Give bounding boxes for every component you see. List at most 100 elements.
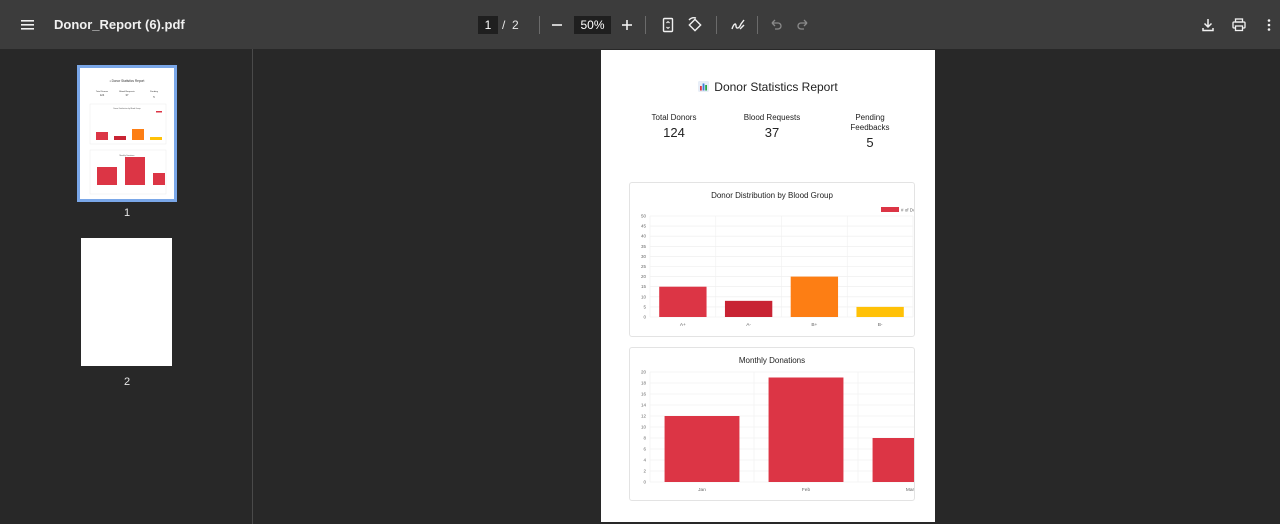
svg-text:37: 37 [126, 93, 129, 97]
legend-swatch [881, 207, 899, 212]
y-tick-label: 14 [641, 403, 647, 408]
more-options-button[interactable] [1258, 14, 1280, 36]
monthly-donations-bar-chart: 0 2 4 6 8 10 12 14 16 18 20 Jan Feb Mar [641, 370, 914, 493]
stat-value: 37 [764, 125, 780, 140]
stat-label: Blood Requests [743, 113, 801, 122]
y-tick-label: 15 [641, 284, 647, 289]
svg-text:Pending: Pending [150, 91, 159, 93]
blood-group-chart-card: Donor Distribution by Blood Group 0 5 10 15… [629, 182, 915, 337]
stat-total-donors: Total Donors 124 [634, 113, 714, 140]
stat-value: 5 [866, 135, 874, 150]
thumbnail-preview: ▪ Donor Statistics Report Total Donors 1… [89, 79, 167, 195]
svg-text:Donor Distribution by Blood Gr: Donor Distribution by Blood Group [113, 107, 140, 110]
svg-text:124: 124 [100, 93, 105, 97]
y-tick-label: 5 [643, 304, 646, 309]
divider [716, 16, 717, 34]
pdf-page: Donor Statistics Report Total Donors 124… [601, 50, 935, 522]
y-tick-label: 6 [643, 447, 646, 452]
minus-icon [552, 24, 562, 26]
x-tick-label: Mar [906, 487, 914, 493]
svg-text:5: 5 [153, 95, 155, 99]
y-tick-label: 10 [641, 294, 647, 299]
y-tick-label: 35 [641, 244, 647, 249]
x-tick-label: B- [878, 322, 883, 328]
report-title-row: Donor Statistics Report [601, 80, 935, 94]
y-tick-label: 25 [641, 264, 647, 269]
y-tick-label: 20 [641, 370, 647, 375]
stat-pending-feedbacks: Pending Feedbacks 5 [841, 113, 899, 150]
y-tick-label: 18 [641, 381, 647, 386]
x-tick-label: A+ [680, 322, 686, 328]
page-separator: / [502, 18, 506, 32]
thumbnail-page-1[interactable]: ▪ Donor Statistics Report Total Donors 1… [77, 65, 177, 202]
divider [757, 16, 758, 34]
x-tick-label: Jan [698, 487, 706, 493]
thumbnail-label: 2 [123, 376, 131, 388]
thumbnail-page-2[interactable] [81, 238, 172, 366]
svg-text:Monthly Donations: Monthly Donations [120, 154, 135, 157]
rotate-icon [688, 17, 702, 32]
bar [872, 438, 914, 482]
fit-page-icon [662, 17, 674, 33]
y-tick-label: 16 [641, 392, 647, 397]
y-tick-label: 2 [643, 469, 646, 474]
svg-text:Blood Requests: Blood Requests [119, 90, 135, 93]
svg-text:▪ Donor Statistics Report: ▪ Donor Statistics Report [110, 79, 145, 83]
y-tick-label: 8 [643, 436, 646, 441]
print-button[interactable] [1228, 14, 1250, 36]
total-pages: 2 [512, 18, 519, 32]
stat-blood-requests: Blood Requests 37 [732, 113, 812, 140]
legend-label: # of Do [901, 208, 914, 213]
svg-text:Total Donors: Total Donors [96, 90, 109, 93]
document-title: Donor_Report (6).pdf [54, 17, 185, 32]
download-icon [1202, 19, 1214, 32]
rotate-button[interactable] [684, 14, 706, 36]
y-tick-label: 0 [643, 480, 646, 485]
stat-value: 124 [663, 125, 685, 140]
x-tick-label: B+ [811, 322, 817, 328]
bar [664, 416, 740, 482]
blood-group-bar-chart: 0 5 10 15 20 25 30 35 40 45 50 A+ A- B+ B- # of Do [641, 207, 914, 328]
y-tick-label: 0 [643, 315, 646, 320]
bar [790, 276, 839, 317]
x-tick-label: Feb [802, 487, 811, 493]
download-button[interactable] [1197, 14, 1219, 36]
thumbnail-label: 1 [123, 207, 131, 219]
bar [724, 300, 773, 317]
bar-chart-icon [698, 81, 710, 92]
print-icon [1232, 18, 1246, 32]
redo-button[interactable] [792, 14, 814, 36]
y-tick-label: 50 [641, 214, 647, 219]
y-tick-label: 45 [641, 224, 647, 229]
zoom-input[interactable]: 50% [574, 16, 611, 34]
plus-icon [622, 20, 632, 30]
zoom-in-button[interactable] [616, 14, 638, 36]
thumbnail-sidebar: ▪ Donor Statistics Report Total Donors 1… [0, 49, 253, 524]
menu-icon[interactable] [18, 15, 38, 35]
y-tick-label: 20 [641, 274, 647, 279]
redo-icon [797, 19, 808, 30]
y-tick-label: 12 [641, 414, 647, 419]
fit-to-page-button[interactable] [657, 14, 679, 36]
more-vert-icon [1267, 19, 1271, 31]
report-title: Donor Statistics Report [714, 80, 838, 94]
pen-icon [731, 19, 745, 30]
y-tick-label: 4 [643, 458, 646, 463]
divider [539, 16, 540, 34]
bar [659, 286, 707, 317]
y-tick-label: 30 [641, 254, 647, 259]
pdf-toolbar: Donor_Report (6).pdf 1 / 2 50% [0, 0, 1280, 49]
stat-label: Pending Feedbacks [850, 113, 890, 132]
annotate-button[interactable] [727, 14, 749, 36]
x-tick-label: A- [746, 322, 751, 328]
undo-button[interactable] [765, 14, 787, 36]
y-tick-label: 40 [641, 234, 647, 239]
bar [856, 306, 904, 317]
zoom-out-button[interactable] [546, 14, 568, 36]
bar [768, 377, 844, 482]
page-number-input[interactable]: 1 [478, 16, 498, 34]
stat-label: Total Donors [651, 113, 697, 122]
monthly-donations-chart-card: Monthly Donations 0 2 4 6 8 10 12 14 16 18 20 Jan Fe… [629, 347, 915, 501]
undo-icon [771, 19, 782, 30]
y-tick-label: 10 [641, 425, 647, 430]
